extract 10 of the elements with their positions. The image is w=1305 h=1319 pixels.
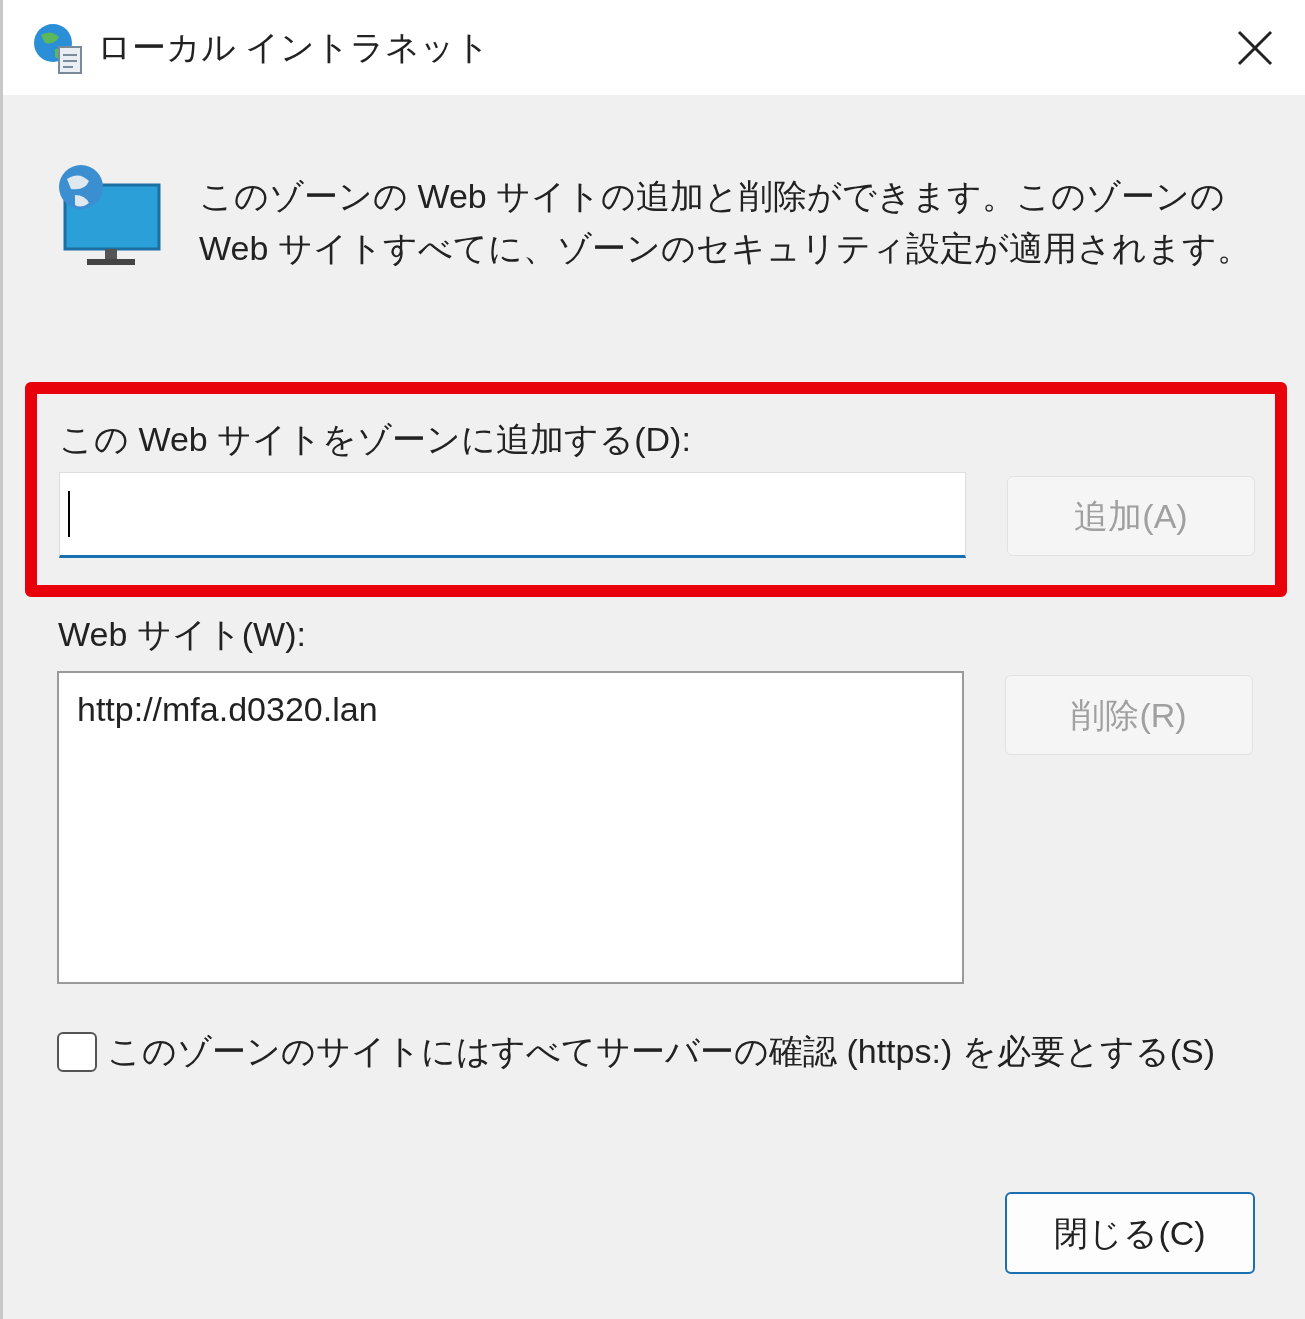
checkbox-label[interactable]: このゾーンのサイトにはすべてサーバーの確認 (https:) を必要とする(S) (107, 1026, 1216, 1077)
description-text: このゾーンの Web サイトの追加と削除ができます。このゾーンの Web サイトすべてに、ゾーンのセキュリティ設定が適用されます。 (199, 176, 1252, 269)
checkbox[interactable] (57, 1031, 97, 1072)
window-title: ローカル イントラネット (97, 27, 491, 68)
url-input-field[interactable] (59, 472, 966, 558)
website-item[interactable]: http://mfa.d0320.lan (77, 687, 378, 731)
close-button[interactable]: 閉じる(C) (1005, 1192, 1255, 1274)
website-list[interactable]: http://mfa.d0320.lan (57, 671, 964, 984)
websites-label: Web サイト(W): (58, 614, 307, 655)
field-label: この Web サイトをゾーンに追加する(D): (59, 419, 692, 460)
